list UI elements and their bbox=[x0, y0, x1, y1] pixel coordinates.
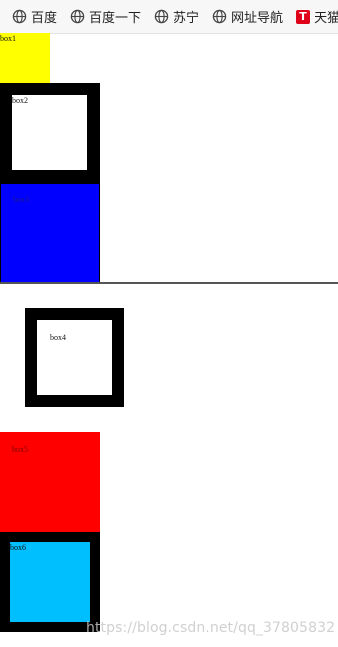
bookmark-baidu-yixia[interactable]: 百度一下 bbox=[70, 7, 141, 26]
box6-label: box6 bbox=[10, 543, 26, 552]
box4-label: box4 bbox=[50, 333, 66, 342]
globe-icon bbox=[70, 9, 85, 24]
bookmark-label: 百度一下 bbox=[89, 11, 142, 26]
globe-icon bbox=[12, 9, 27, 24]
box4: box4 bbox=[25, 308, 124, 407]
globe-icon bbox=[154, 9, 169, 24]
bookmark-tmall[interactable]: T 天猫双 bbox=[296, 7, 338, 26]
bookmark-label: 网址导航 bbox=[231, 11, 284, 26]
bookmark-label: 天猫双 bbox=[314, 11, 338, 26]
box4-inner bbox=[37, 320, 112, 395]
tmall-icon: T bbox=[296, 9, 311, 24]
bookmark-url-nav[interactable]: 网址导航 bbox=[212, 7, 283, 26]
horizontal-divider bbox=[0, 282, 338, 284]
box6: box6 bbox=[0, 532, 100, 632]
globe-icon bbox=[212, 9, 227, 24]
bookmark-suning[interactable]: 苏宁 bbox=[154, 7, 199, 26]
box2-label: box2 bbox=[12, 96, 28, 105]
box2: box2 bbox=[0, 83, 100, 183]
box1: box1 bbox=[0, 33, 50, 83]
bookmarks-bar: 百度 百度一下 苏宁 网址导航 T 天猫双 bbox=[0, 0, 338, 34]
watermark-text: https://blog.csdn.net/qq_37805832 bbox=[86, 620, 336, 636]
box1-label: box1 bbox=[0, 34, 16, 43]
box3: box3 bbox=[0, 183, 100, 283]
box6-inner bbox=[10, 542, 90, 622]
bookmark-baidu[interactable]: 百度 bbox=[12, 7, 57, 26]
box5: box5 bbox=[0, 432, 100, 532]
box3-label: box3 bbox=[13, 195, 29, 204]
box5-label: box5 bbox=[12, 445, 28, 454]
box2-inner bbox=[12, 95, 87, 170]
bookmark-label: 苏宁 bbox=[173, 11, 200, 26]
bookmark-label: 百度 bbox=[31, 11, 58, 26]
